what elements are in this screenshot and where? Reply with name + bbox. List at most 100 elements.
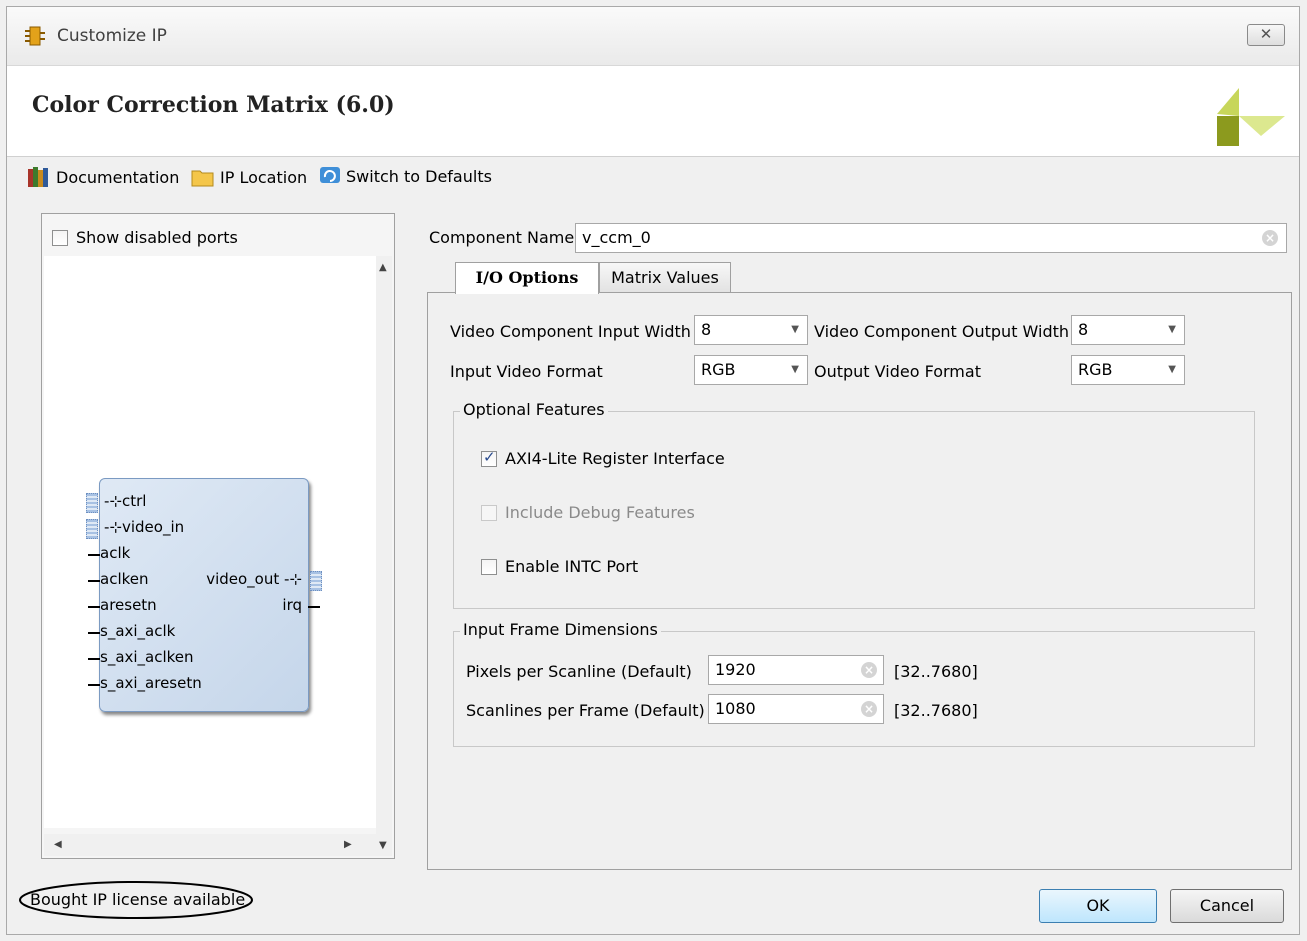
scanlines-per-frame-input[interactable]: 1080 × (708, 694, 884, 724)
switch-defaults-button[interactable]: Switch to Defaults (319, 166, 492, 186)
port-s-axi-aresetn: s_axi_aresetn (100, 674, 202, 692)
configuration-area: Component Name v_ccm_0 × I/O Options Mat… (427, 213, 1292, 873)
pin-line (88, 606, 100, 608)
output-format-value: RGB (1078, 360, 1113, 379)
close-button[interactable]: ✕ (1247, 24, 1285, 46)
window-title: Customize IP (57, 26, 167, 46)
scanlines-per-frame-value: 1080 (715, 699, 756, 718)
debug-features-checkbox (481, 504, 497, 521)
toolbar: Documentation IP Location Switch to Defa… (7, 156, 1299, 196)
pin-line (308, 606, 320, 608)
port-video-out: video_out -⊹ (206, 570, 302, 588)
port-irq: irq (282, 596, 302, 614)
symbol-panel: Show disabled ports -⊹ctrl -⊹video_in ac… (41, 213, 395, 859)
component-name-label: Component Name (429, 228, 575, 247)
show-disabled-ports-toggle[interactable]: Show disabled ports (52, 228, 238, 247)
output-width-select[interactable]: 8 ▼ (1071, 315, 1185, 345)
title-bar: Customize IP ✕ (7, 7, 1299, 65)
input-width-label: Video Component Input Width (450, 322, 691, 341)
optional-features-title: Optional Features (460, 400, 608, 419)
output-width-value: 8 (1078, 320, 1089, 339)
chevron-down-icon: ▼ (1168, 364, 1176, 375)
tab-matrix-values[interactable]: Matrix Values (599, 262, 731, 293)
output-width-label: Video Component Output Width (814, 322, 1070, 341)
ip-location-label: IP Location (220, 167, 308, 187)
pixels-per-scanline-value: 1920 (715, 660, 756, 679)
ip-core-icon (25, 26, 45, 46)
chevron-down-icon: ▼ (791, 324, 799, 335)
bus-interface-icon (310, 571, 322, 591)
bus-interface-icon (86, 493, 98, 513)
pixels-per-scanline-label: Pixels per Scanline (Default) (466, 662, 692, 681)
input-format-label: Input Video Format (450, 362, 603, 381)
ip-title: Color Correction Matrix (6.0) (32, 92, 395, 118)
symbol-canvas: -⊹ctrl -⊹video_in aclk aclken aresetn s_… (44, 256, 376, 828)
axi4-lite-label: AXI4-Lite Register Interface (505, 449, 725, 468)
pin-line (88, 580, 100, 582)
books-icon (28, 167, 48, 187)
component-name-input[interactable]: v_ccm_0 × (575, 223, 1287, 253)
show-disabled-ports-checkbox[interactable] (52, 229, 68, 246)
output-format-label: Output Video Format (814, 362, 981, 381)
ip-location-button[interactable]: IP Location (191, 166, 307, 188)
license-status: Bought IP license available (18, 880, 254, 920)
input-width-select[interactable]: 8 ▼ (694, 315, 808, 345)
pin-line (88, 684, 100, 686)
port-ctrl: -⊹ctrl (104, 492, 147, 510)
clear-icon[interactable]: × (861, 662, 877, 678)
pin-line (88, 658, 100, 660)
optional-features-group: Optional Features AXI4-Lite Register Int… (453, 400, 1255, 609)
scanlines-range: [32..7680] (894, 701, 978, 720)
scroll-right-icon[interactable]: ▶ (344, 839, 352, 850)
clear-icon[interactable]: × (1262, 230, 1278, 246)
scanlines-per-frame-label: Scanlines per Frame (Default) (466, 701, 705, 720)
refresh-icon (320, 167, 340, 183)
bus-interface-icon (86, 519, 98, 539)
show-disabled-ports-label: Show disabled ports (76, 228, 238, 247)
ip-header: Color Correction Matrix (6.0) (7, 65, 1299, 157)
pin-line (88, 554, 100, 556)
pixels-per-scanline-input[interactable]: 1920 × (708, 655, 884, 685)
chevron-down-icon: ▼ (1168, 324, 1176, 335)
close-icon: ✕ (1259, 25, 1273, 43)
vertical-scrollbar[interactable]: ▲ ▼ (376, 256, 392, 856)
license-text: Bought IP license available (30, 890, 246, 909)
intc-port-label: Enable INTC Port (505, 557, 639, 576)
port-aclk: aclk (100, 544, 131, 562)
folder-icon (191, 170, 214, 187)
port-video-in: -⊹video_in (104, 518, 185, 536)
input-format-value: RGB (701, 360, 736, 379)
vendor-logo-icon (1217, 88, 1285, 146)
scroll-down-icon[interactable]: ▼ (379, 840, 387, 851)
debug-features-option: Include Debug Features (481, 503, 695, 522)
intc-port-checkbox[interactable] (481, 558, 497, 575)
axi4-lite-option[interactable]: AXI4-Lite Register Interface (481, 448, 725, 468)
cancel-button[interactable]: Cancel (1170, 889, 1284, 923)
ok-button[interactable]: OK (1039, 889, 1157, 923)
scroll-left-icon[interactable]: ◀ (54, 839, 62, 850)
pin-line (88, 632, 100, 634)
documentation-button[interactable]: Documentation (27, 166, 179, 188)
customize-ip-window: Customize IP ✕ Color Correction Matrix (… (6, 6, 1300, 935)
frame-dimensions-title: Input Frame Dimensions (460, 620, 661, 639)
port-aresetn: aresetn (100, 596, 157, 614)
pixels-range: [32..7680] (894, 662, 978, 681)
switch-defaults-label: Switch to Defaults (346, 166, 492, 186)
port-aclken: aclken (100, 570, 149, 588)
input-width-value: 8 (701, 320, 712, 339)
scroll-up-icon[interactable]: ▲ (379, 262, 387, 273)
clear-icon[interactable]: × (861, 701, 877, 717)
frame-dimensions-group: Input Frame Dimensions Pixels per Scanli… (453, 620, 1255, 747)
debug-features-label: Include Debug Features (505, 503, 695, 522)
io-options-panel: Video Component Input Width 8 ▼ Video Co… (427, 292, 1292, 870)
tab-io-options[interactable]: I/O Options (455, 262, 599, 294)
axi4-lite-checkbox[interactable] (481, 448, 497, 467)
chevron-down-icon: ▼ (791, 364, 799, 375)
documentation-label: Documentation (56, 167, 180, 187)
ip-block-symbol[interactable]: -⊹ctrl -⊹video_in aclk aclken aresetn s_… (86, 478, 322, 712)
output-format-select[interactable]: RGB ▼ (1071, 355, 1185, 385)
intc-port-option[interactable]: Enable INTC Port (481, 557, 638, 576)
port-s-axi-aclk: s_axi_aclk (100, 622, 176, 640)
input-format-select[interactable]: RGB ▼ (694, 355, 808, 385)
horizontal-scrollbar[interactable]: ◀ ▶ (44, 834, 376, 856)
